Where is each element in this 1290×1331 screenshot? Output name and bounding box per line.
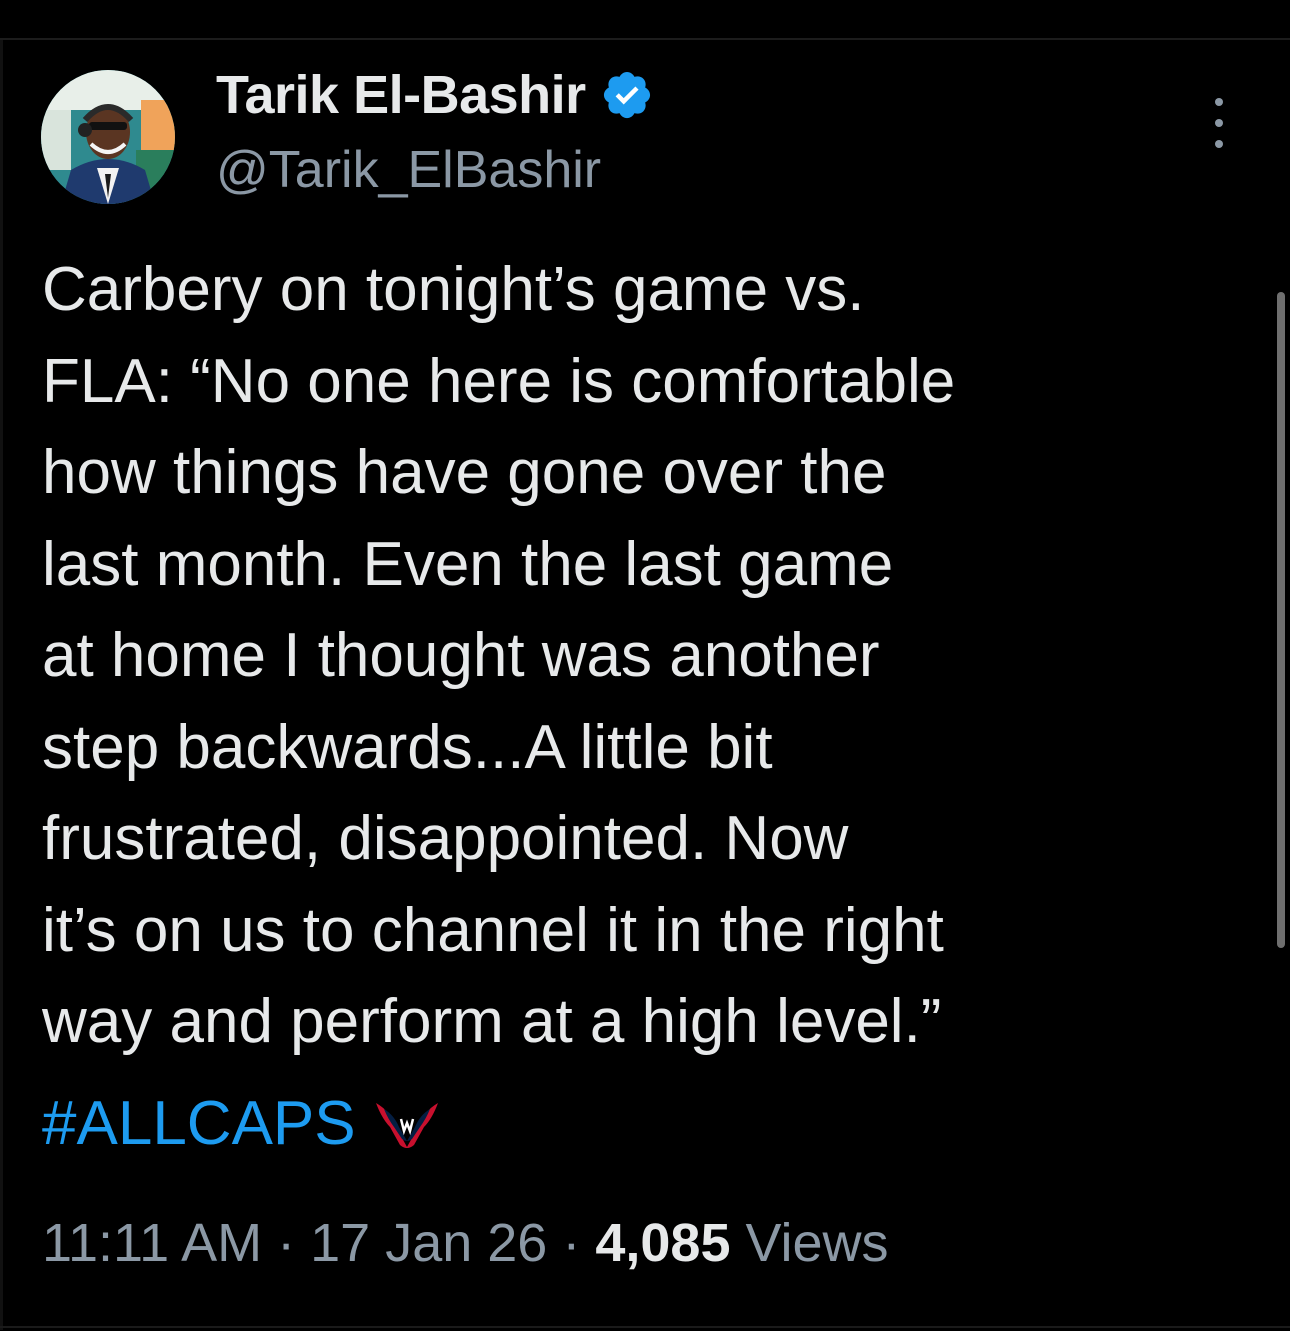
- scrollbar[interactable]: [1277, 292, 1285, 948]
- verified-badge-icon: [600, 68, 654, 122]
- hashtag-link[interactable]: #ALLCAPS: [42, 1088, 356, 1159]
- avatar-photo-icon: [41, 70, 175, 204]
- left-divider: [0, 40, 3, 1330]
- tweet-line: Carbery on tonight’s game vs.: [42, 255, 865, 324]
- tweet-line: frustrated, disappointed. Now: [42, 804, 849, 873]
- dot: [1215, 119, 1223, 127]
- capitals-logo-icon: [374, 1097, 440, 1151]
- dot: [1215, 98, 1223, 106]
- tweet-text: Carbery on tonight’s game vs. FLA: “No o…: [42, 244, 1162, 1068]
- views-label: Views: [730, 1213, 889, 1273]
- top-divider: [0, 38, 1290, 40]
- tweet-line: at home I thought was another: [42, 621, 880, 690]
- hashtag-row: #ALLCAPS: [42, 1078, 440, 1169]
- display-name[interactable]: Tarik El-Bashir: [216, 64, 586, 126]
- tweet-line: way and perform at a high level.”: [42, 987, 942, 1056]
- tweet-line: FLA: “No one here is comfortable: [42, 346, 956, 416]
- tweet-line: how things have gone over the: [42, 438, 887, 507]
- avatar[interactable]: [41, 70, 175, 204]
- separator: ·: [547, 1213, 596, 1273]
- tweet-line: it’s on us to channel it in the right: [42, 895, 944, 965]
- author-handle[interactable]: @Tarik_ElBashir: [216, 140, 601, 200]
- tweet-line: step backwards...A little bit: [42, 712, 773, 782]
- tweet-screenshot: Tarik El-Bashir @Tarik_ElBashir Carbery …: [0, 0, 1290, 1331]
- more-options-icon[interactable]: [1204, 98, 1234, 148]
- dot: [1215, 140, 1223, 148]
- tweet-line: last month. Even the last game: [42, 529, 894, 599]
- tweet-date[interactable]: 17 Jan 26: [310, 1213, 547, 1273]
- tweet-meta: 11:11 AM · 17 Jan 26 · 4,085 Views: [42, 1212, 889, 1274]
- views-count: 4,085: [595, 1213, 731, 1273]
- separator: ·: [262, 1213, 311, 1273]
- tweet-time[interactable]: 11:11 AM: [42, 1213, 262, 1273]
- author-name-row[interactable]: Tarik El-Bashir: [216, 60, 654, 130]
- bottom-divider: [0, 1326, 1290, 1328]
